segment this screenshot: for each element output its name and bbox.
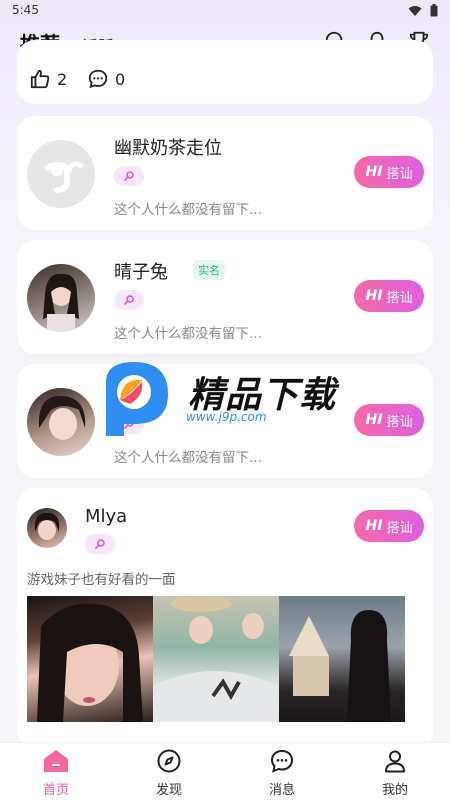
post-photo — [37, 603, 143, 722]
user-photo — [43, 273, 79, 332]
gender-tag — [114, 290, 144, 310]
user-bio: 这个人什么都没有留下... — [114, 450, 262, 466]
greet-label: 搭讪 — [386, 520, 413, 536]
post-author[interactable]: Mlya — [85, 506, 127, 527]
watermark-url: www.j9p.com — [186, 410, 267, 424]
nav-profile-label: 我的 — [381, 783, 408, 798]
nav-profile[interactable]: 我的 — [365, 749, 425, 798]
hi-label: HI — [365, 412, 383, 428]
comment-icon[interactable] — [87, 68, 109, 90]
female-icon — [94, 539, 105, 550]
greet-button[interactable]: HI 搭讪 — [354, 280, 424, 312]
post-photo — [289, 610, 391, 722]
user-bio: 这个人什么都没有留下... — [114, 202, 262, 218]
female-icon — [123, 295, 134, 306]
status-time: 5:45 — [12, 3, 39, 17]
battery-icon — [430, 4, 438, 17]
nav-home-label: 首页 — [42, 783, 69, 798]
female-icon — [123, 171, 134, 182]
user-name[interactable]: 晴子兔 — [114, 258, 168, 284]
watermark-logo — [106, 362, 168, 436]
like-icon[interactable] — [29, 68, 51, 90]
bottom-nav: 首页 发现 消息 我的 — [0, 742, 450, 801]
verified-badge: 实名 — [193, 260, 225, 280]
user-card[interactable]: 晴子兔 实名 这个人什么都没有留下... HI 搭讪 — [17, 240, 433, 354]
default-avatar-icon — [44, 161, 84, 193]
avatar[interactable] — [27, 388, 95, 456]
post-photo — [153, 596, 279, 722]
hi-label: HI — [365, 164, 383, 180]
nav-discover[interactable]: 发现 — [139, 749, 199, 798]
user-bio: 这个人什么都没有留下... — [114, 326, 262, 342]
greet-button[interactable]: HI 搭讪 — [354, 156, 424, 188]
comment-count: 0 — [115, 70, 126, 89]
post-image[interactable] — [27, 596, 153, 722]
nav-discover-label: 发现 — [155, 783, 182, 798]
greet-button[interactable]: HI 搭讪 — [354, 510, 424, 542]
hi-label: HI — [365, 518, 383, 534]
post-image[interactable] — [153, 596, 279, 722]
post-card[interactable]: Mlya HI 搭讪 游戏妹子也有好看的一面 — [17, 488, 433, 748]
gender-tag — [114, 166, 144, 186]
avatar[interactable] — [27, 264, 95, 332]
greet-label: 搭讪 — [386, 290, 413, 306]
like-count: 2 — [57, 70, 68, 89]
feed-card-partial: 2 0 — [17, 40, 433, 104]
user-icon — [385, 750, 405, 773]
status-bar: 5:45 — [0, 0, 450, 22]
user-card[interactable]: 幽默奶茶走位 这个人什么都没有留下... HI 搭讪 — [17, 116, 433, 230]
greet-button[interactable]: HI 搭讪 — [354, 404, 424, 436]
avatar[interactable] — [27, 508, 67, 548]
message-icon — [270, 749, 294, 773]
nav-messages-label: 消息 — [268, 783, 295, 798]
avatar[interactable] — [27, 140, 95, 208]
nav-home[interactable]: 首页 — [26, 749, 86, 798]
hi-label: HI — [365, 288, 383, 304]
user-photo — [34, 512, 60, 540]
wifi-icon — [408, 5, 422, 16]
nav-messages[interactable]: 消息 — [252, 749, 312, 798]
gender-tag — [85, 534, 115, 554]
post-image-grid — [27, 596, 405, 722]
post-image[interactable] — [279, 596, 405, 722]
user-name[interactable]: 幽默奶茶走位 — [114, 134, 222, 160]
watermark: 精品下载 www.j9p.com — [100, 360, 360, 440]
home-icon — [44, 750, 68, 772]
compass-icon — [157, 749, 181, 773]
post-text: 游戏妹子也有好看的一面 — [27, 572, 176, 588]
user-photo — [38, 395, 86, 440]
greet-label: 搭讪 — [386, 166, 413, 182]
greet-label: 搭讪 — [386, 414, 413, 430]
